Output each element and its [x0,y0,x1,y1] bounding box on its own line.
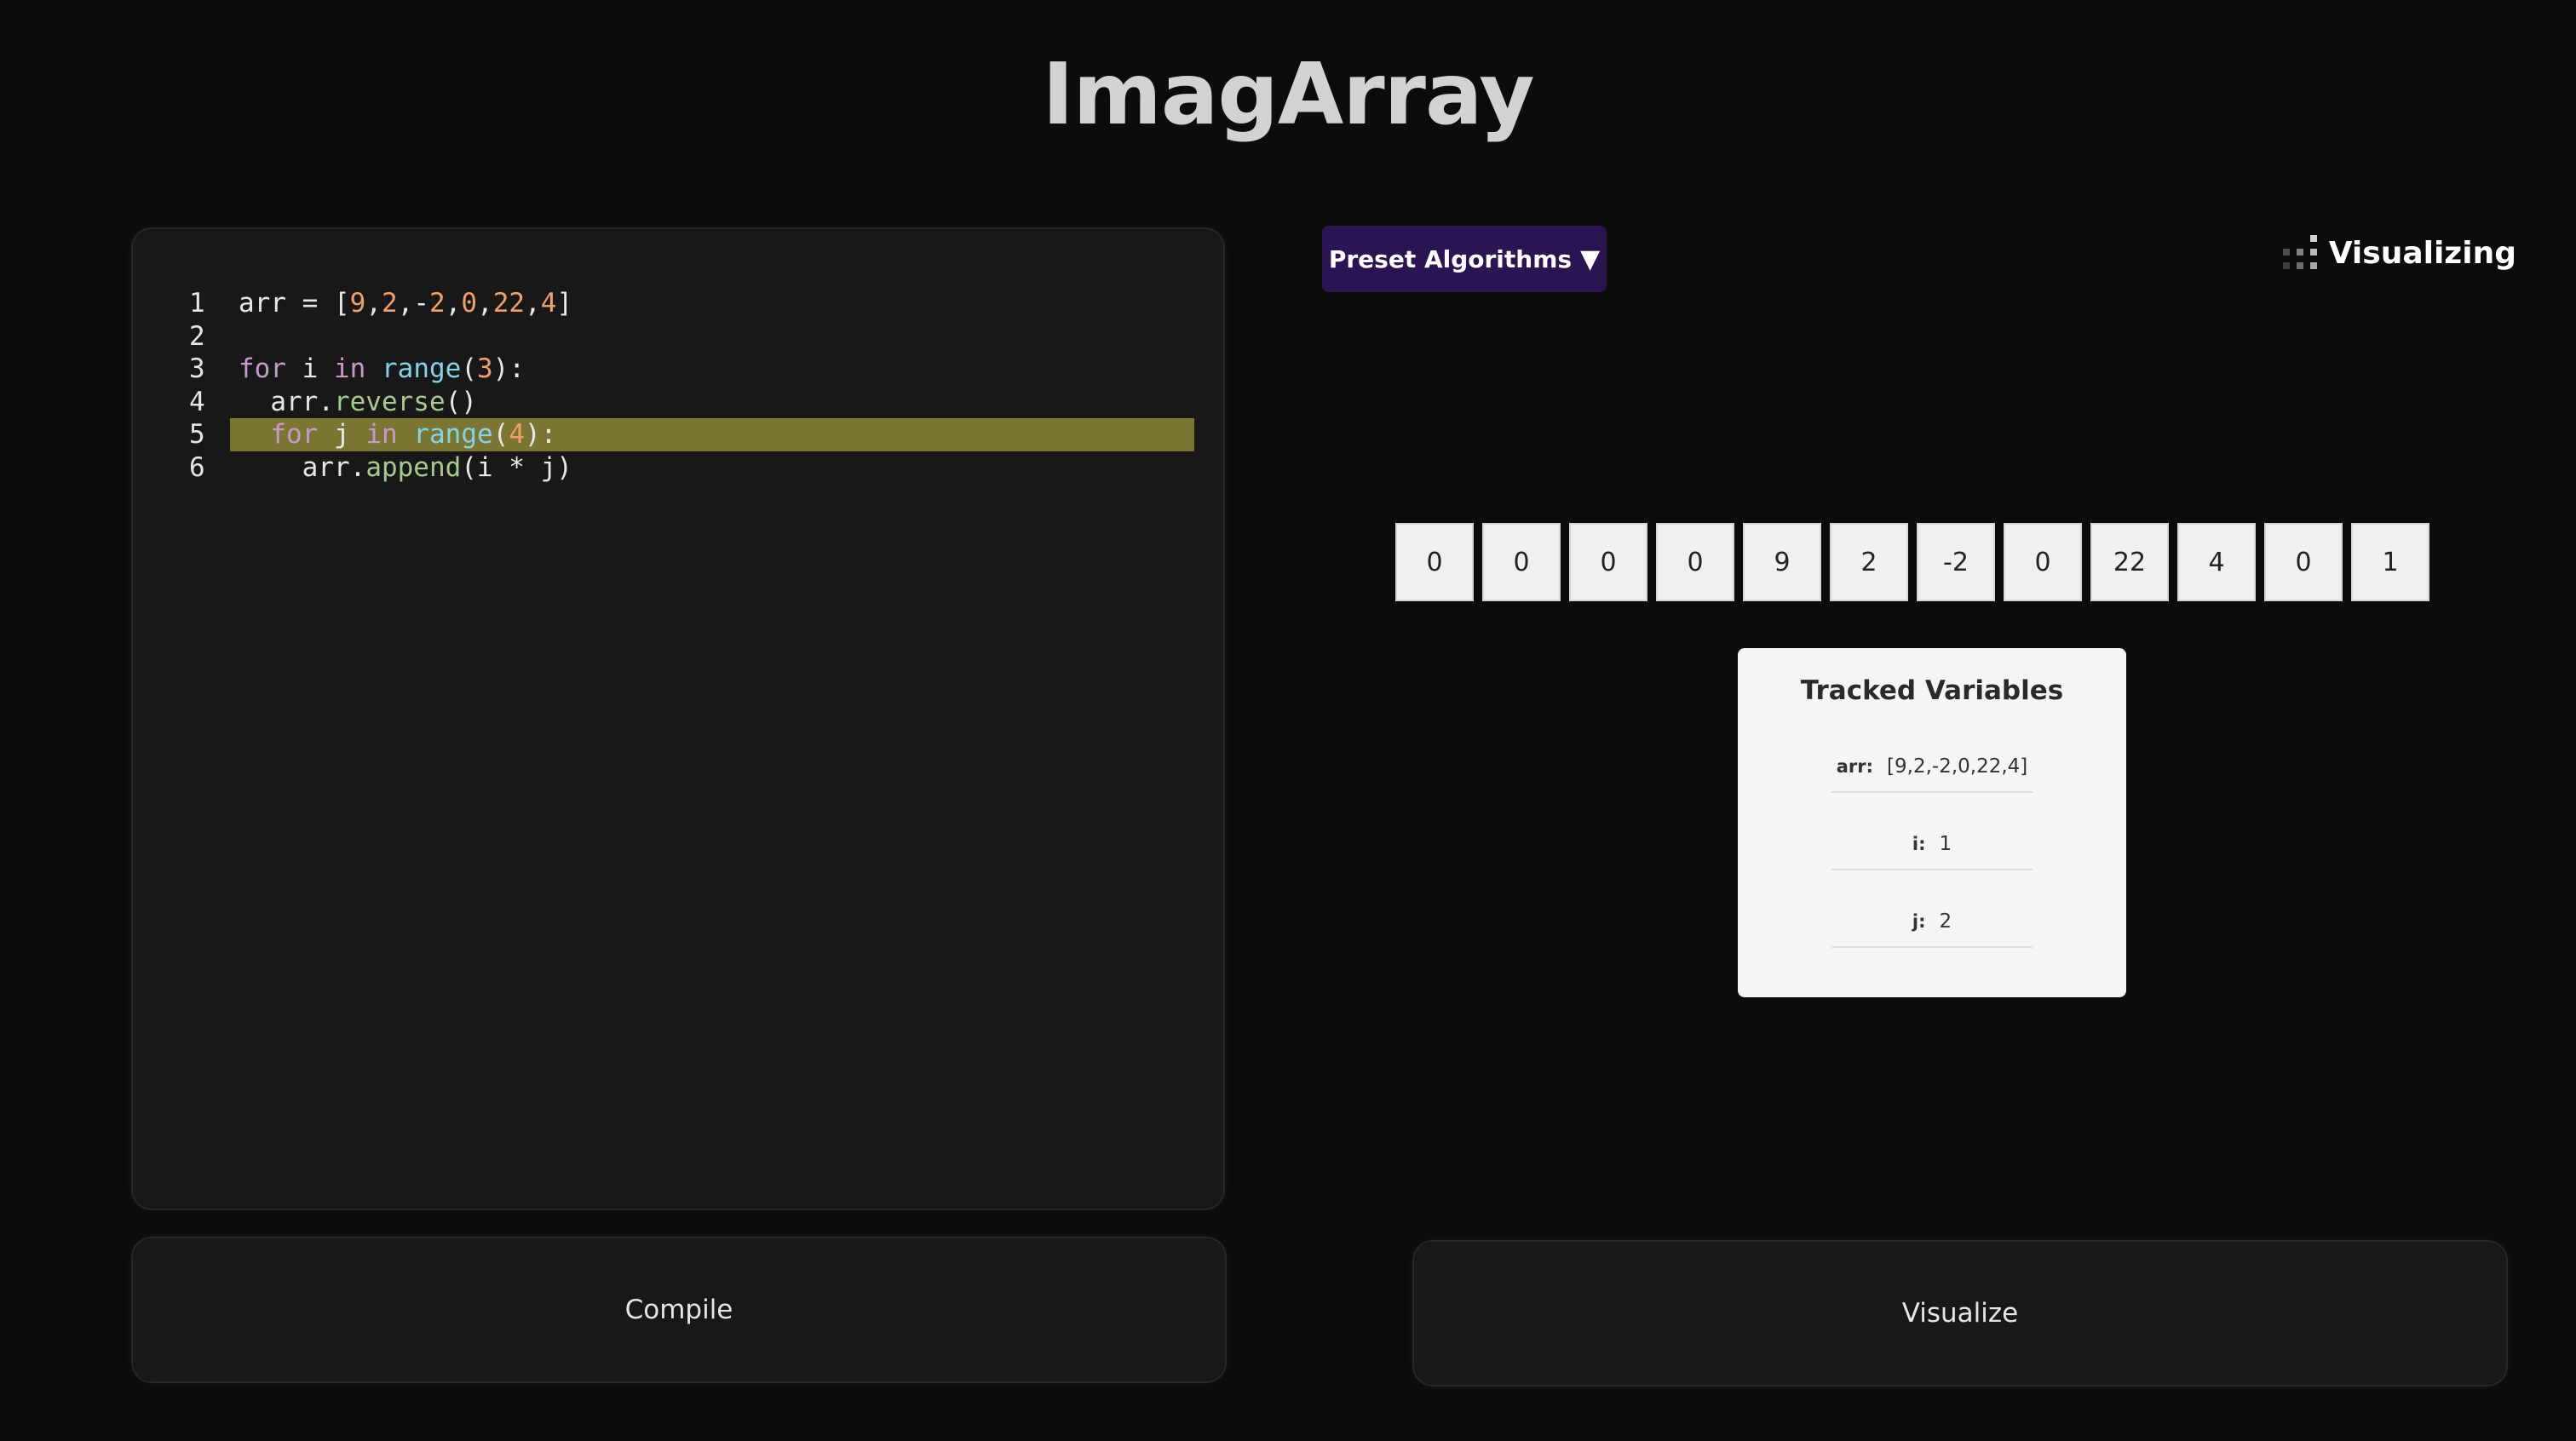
variable-value: 2 [1939,910,1952,933]
variable-name: i: [1912,834,1926,854]
tracked-variable-row: i: 1 [1831,819,2033,870]
line-number: 5 [189,419,205,450]
line-text: for j in range(4): [239,418,556,451]
app-title: ImagArray [1042,44,1534,144]
array-cell: 0 [2004,523,2082,601]
code-token: (i * j) [461,451,572,483]
code-token: ): [525,419,557,450]
preset-algorithms-dropdown[interactable]: Preset Algorithms ▼ [1322,226,1607,292]
preset-label: Preset Algorithms [1328,244,1573,273]
code-line[interactable]: 4 arr.reverse() [189,386,1211,419]
variable-name: j: [1912,911,1926,932]
code-token: ( [492,419,509,450]
code-token: 3 [477,353,493,384]
code-token: range [382,353,462,384]
code-token: ): [492,353,525,384]
code-token: 9 [349,288,366,319]
visualizing-label: Visualizing [2328,235,2516,271]
code-token: 22 [492,288,526,319]
line-number: 2 [189,320,205,352]
code-token: append [365,451,462,483]
dropdown-arrow-icon: ▼ [1580,244,1601,274]
code-token: 4 [509,419,525,450]
visualize-button[interactable]: Visualize [1412,1240,2508,1386]
variable-value: [9,2,-2,0,22,4] [1887,755,2028,778]
code-token: for [270,419,319,450]
code-token: i [286,353,334,384]
code-token: ( [461,353,477,384]
code-token: arr = [ [239,288,350,319]
code-token: 2 [429,288,446,319]
array-cell: 2 [1830,523,1908,601]
code-line-highlighted[interactable]: 5 for j in range(4): [189,418,1211,451]
code-token: , [445,288,462,319]
array-cell: 0 [1395,523,1474,601]
code-token: 0 [461,288,478,319]
line-text: for i in range(3): [239,353,525,386]
array-cell: 9 [1743,523,1821,601]
code-editor[interactable]: 1 arr = [9,2,-2,0,22,4] 2 3 for i in range(3… [131,227,1225,1210]
array-cell: 22 [2090,523,2169,601]
code-token: 2 [382,288,398,319]
code-token: range [413,419,493,450]
visualizing-status: Visualizing [2281,232,2516,274]
code-token: arr. [239,386,334,417]
code-lines[interactable]: 1 arr = [9,2,-2,0,22,4] 2 3 for i in range(3… [189,287,1211,484]
code-token: reverse [333,386,446,417]
code-token: () [445,386,477,417]
line-number: 4 [189,386,205,417]
array-cell: -2 [1917,523,1995,601]
loading-spinner-icon [2281,235,2317,271]
line-text: arr.append(i * j) [239,451,572,485]
code-token: j [318,419,366,450]
code-token: , [365,288,382,319]
array-cell: 0 [1569,523,1647,601]
code-token: arr. [239,451,366,483]
code-token: 4 [540,288,557,319]
line-number: 3 [189,353,205,384]
code-token: , [525,288,541,319]
code-token: in [334,353,366,384]
array-cell: 1 [2351,523,2429,601]
code-line[interactable]: 3 for i in range(3): [189,353,1211,386]
code-line[interactable]: 1 arr = [9,2,-2,0,22,4] [189,287,1211,320]
array-cell: 0 [1482,523,1561,601]
code-token: ] [556,288,573,319]
compile-button[interactable]: Compile [131,1237,1227,1383]
array-cell: 0 [2264,523,2343,601]
code-line[interactable]: 6 arr.append(i * j) [189,451,1211,485]
variable-name: arr: [1836,756,1874,777]
code-line[interactable]: 2 [189,320,1211,353]
array-cell: 4 [2177,523,2256,601]
line-number: 1 [189,288,205,319]
line-text: arr.reverse() [239,386,477,419]
code-token: for [239,353,286,384]
tracked-variable-row: j: 2 [1831,897,2033,948]
code-token: ,- [397,288,429,319]
tracked-variables-title: Tracked Variables [1800,675,2064,706]
tracked-variable-row: arr: [9,2,-2,0,22,4] [1831,742,2033,793]
line-text: arr = [9,2,-2,0,22,4] [239,287,572,320]
array-cell: 0 [1656,523,1734,601]
code-token: , [477,288,493,319]
variable-value: 1 [1939,833,1952,855]
tracked-variables-panel: Tracked Variables arr: [9,2,-2,0,22,4] i: 1… [1738,648,2126,997]
code-token: in [365,419,398,450]
line-number: 6 [189,451,205,483]
array-visualization: 0 0 0 0 9 2 -2 0 22 4 0 1 [1395,523,2429,601]
